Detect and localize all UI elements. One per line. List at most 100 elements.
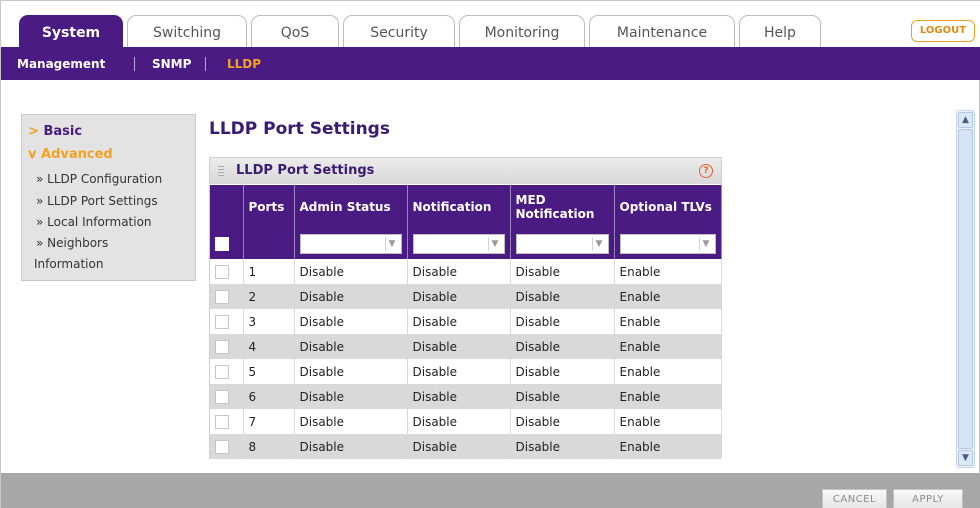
- row-checkbox-cell: [210, 434, 244, 459]
- select-all-checkbox[interactable]: [215, 237, 229, 252]
- optional-tlvs-cell: Enable: [614, 434, 722, 459]
- row-checkbox[interactable]: [215, 364, 229, 379]
- tab-system[interactable]: System: [19, 15, 123, 47]
- table-row[interactable]: 6 Disable Disable Disable Enable: [210, 384, 722, 409]
- row-checkbox[interactable]: [215, 289, 229, 304]
- row-checkbox[interactable]: [215, 314, 229, 329]
- port-cell: 2: [243, 284, 295, 309]
- row-checkbox[interactable]: [215, 264, 229, 279]
- table-row[interactable]: 4 Disable Disable Disable Enable: [210, 334, 722, 359]
- med-notification-cell: Disable: [510, 434, 615, 459]
- drag-handle-icon: [218, 166, 224, 176]
- chevron-down-icon: ▼: [384, 237, 399, 251]
- vertical-scrollbar[interactable]: ▲ ▼: [956, 110, 975, 468]
- row-checkbox[interactable]: [215, 414, 229, 429]
- row-checkbox-cell: [210, 309, 244, 334]
- table-row[interactable]: 8 Disable Disable Disable Enable: [210, 434, 722, 459]
- scroll-down-button[interactable]: ▼: [958, 450, 973, 466]
- optional-tlvs-cell: Enable: [614, 359, 722, 384]
- scroll-up-button[interactable]: ▲: [958, 112, 973, 128]
- med-notification-cell: Disable: [510, 409, 615, 434]
- empty-cell: [243, 229, 295, 259]
- row-checkbox[interactable]: [215, 439, 229, 454]
- chevron-down-icon: v: [28, 147, 37, 162]
- left-nav-neighbors-information[interactable]: Information: [34, 257, 103, 271]
- select-all-cell: [210, 229, 244, 259]
- tab-maintenance[interactable]: Maintenance: [589, 15, 735, 47]
- tab-security[interactable]: Security: [343, 15, 455, 47]
- admin-status-cell: Disable: [294, 434, 408, 459]
- column-header-admin-status: Admin Status: [294, 185, 408, 229]
- cancel-button[interactable]: CANCEL: [822, 489, 887, 508]
- tab-monitoring[interactable]: Monitoring: [459, 15, 585, 47]
- table-row[interactable]: 2 Disable Disable Disable Enable: [210, 284, 722, 309]
- left-nav-lldp-configuration[interactable]: » LLDP Configuration: [36, 172, 162, 186]
- med-notification-select-cell: ▼: [510, 229, 615, 259]
- table-row[interactable]: 7 Disable Disable Disable Enable: [210, 409, 722, 434]
- chevron-down-icon: ▼: [487, 237, 502, 251]
- left-nav-advanced[interactable]: v Advanced: [28, 147, 113, 162]
- scroll-thumb[interactable]: [958, 129, 973, 449]
- admin-status-cell: Disable: [294, 284, 408, 309]
- med-notification-cell: Disable: [510, 259, 615, 284]
- optional-tlvs-cell: Enable: [614, 384, 722, 409]
- optional-tlvs-select[interactable]: ▼: [619, 234, 716, 254]
- admin-status-select[interactable]: ▼: [299, 234, 402, 254]
- lldp-port-settings-panel: LLDP Port Settings ? Ports Admin Status …: [209, 157, 722, 459]
- subnav-separator: [134, 57, 135, 71]
- med-notification-cell: Disable: [510, 334, 615, 359]
- notification-cell: Disable: [407, 309, 511, 334]
- main-tab-bar: System Switching QoS Security Monitoring…: [1, 1, 980, 47]
- admin-status-select-cell: ▼: [294, 229, 408, 259]
- admin-status-cell: Disable: [294, 259, 408, 284]
- left-nav-panel: > Basic v Advanced » LLDP Configuration …: [21, 114, 196, 281]
- left-nav-basic[interactable]: > Basic: [28, 124, 82, 139]
- bottom-action-bar: CANCEL APPLY: [1, 473, 980, 508]
- admin-status-cell: Disable: [294, 384, 408, 409]
- table-row[interactable]: 1 Disable Disable Disable Enable: [210, 259, 722, 284]
- notification-select[interactable]: ▼: [412, 234, 505, 254]
- med-notification-select[interactable]: ▼: [515, 234, 609, 254]
- notification-cell: Disable: [407, 334, 511, 359]
- chevron-down-icon: ▼: [591, 237, 606, 251]
- med-notification-cell: Disable: [510, 309, 615, 334]
- help-icon[interactable]: ?: [699, 164, 713, 178]
- sub-nav-bar: Management SNMP LLDP: [1, 47, 980, 80]
- column-header-notification: Notification: [407, 185, 511, 229]
- subnav-management[interactable]: Management: [17, 47, 105, 82]
- tab-help[interactable]: Help: [739, 15, 821, 47]
- optional-tlvs-cell: Enable: [614, 409, 722, 434]
- subnav-lldp[interactable]: LLDP: [227, 47, 261, 82]
- row-checkbox[interactable]: [215, 389, 229, 404]
- optional-tlvs-cell: Enable: [614, 259, 722, 284]
- port-cell: 1: [243, 259, 295, 284]
- select-column-header: [210, 185, 244, 229]
- app-window: System Switching QoS Security Monitoring…: [0, 0, 980, 508]
- port-cell: 5: [243, 359, 295, 384]
- optional-tlvs-label: Optional TLVs: [619, 200, 712, 214]
- left-nav-local-information[interactable]: » Local Information: [36, 215, 152, 229]
- port-cell: 4: [243, 334, 295, 359]
- admin-status-cell: Disable: [294, 334, 408, 359]
- row-checkbox-cell: [210, 259, 244, 284]
- port-cell: 3: [243, 309, 295, 334]
- row-checkbox[interactable]: [215, 339, 229, 354]
- table-row[interactable]: 5 Disable Disable Disable Enable: [210, 359, 722, 384]
- column-header-med-notification: MED Notification: [510, 185, 615, 229]
- left-nav-neighbors[interactable]: » Neighbors: [36, 236, 108, 250]
- table-row[interactable]: 3 Disable Disable Disable Enable: [210, 309, 722, 334]
- optional-tlvs-cell: Enable: [614, 334, 722, 359]
- notification-cell: Disable: [407, 434, 511, 459]
- logout-button[interactable]: LOGOUT: [911, 20, 975, 42]
- tab-qos[interactable]: QoS: [251, 15, 339, 47]
- page-title: LLDP Port Settings: [209, 119, 390, 139]
- left-nav-lldp-port-settings[interactable]: » LLDP Port Settings: [36, 194, 158, 208]
- left-nav-basic-label: Basic: [43, 124, 83, 139]
- admin-status-cell: Disable: [294, 359, 408, 384]
- optional-tlvs-select-cell: ▼: [614, 229, 722, 259]
- port-cell: 7: [243, 409, 295, 434]
- tab-switching[interactable]: Switching: [127, 15, 247, 47]
- subnav-snmp[interactable]: SNMP: [152, 47, 191, 82]
- chevron-right-icon: >: [28, 124, 39, 139]
- apply-button[interactable]: APPLY: [893, 489, 963, 508]
